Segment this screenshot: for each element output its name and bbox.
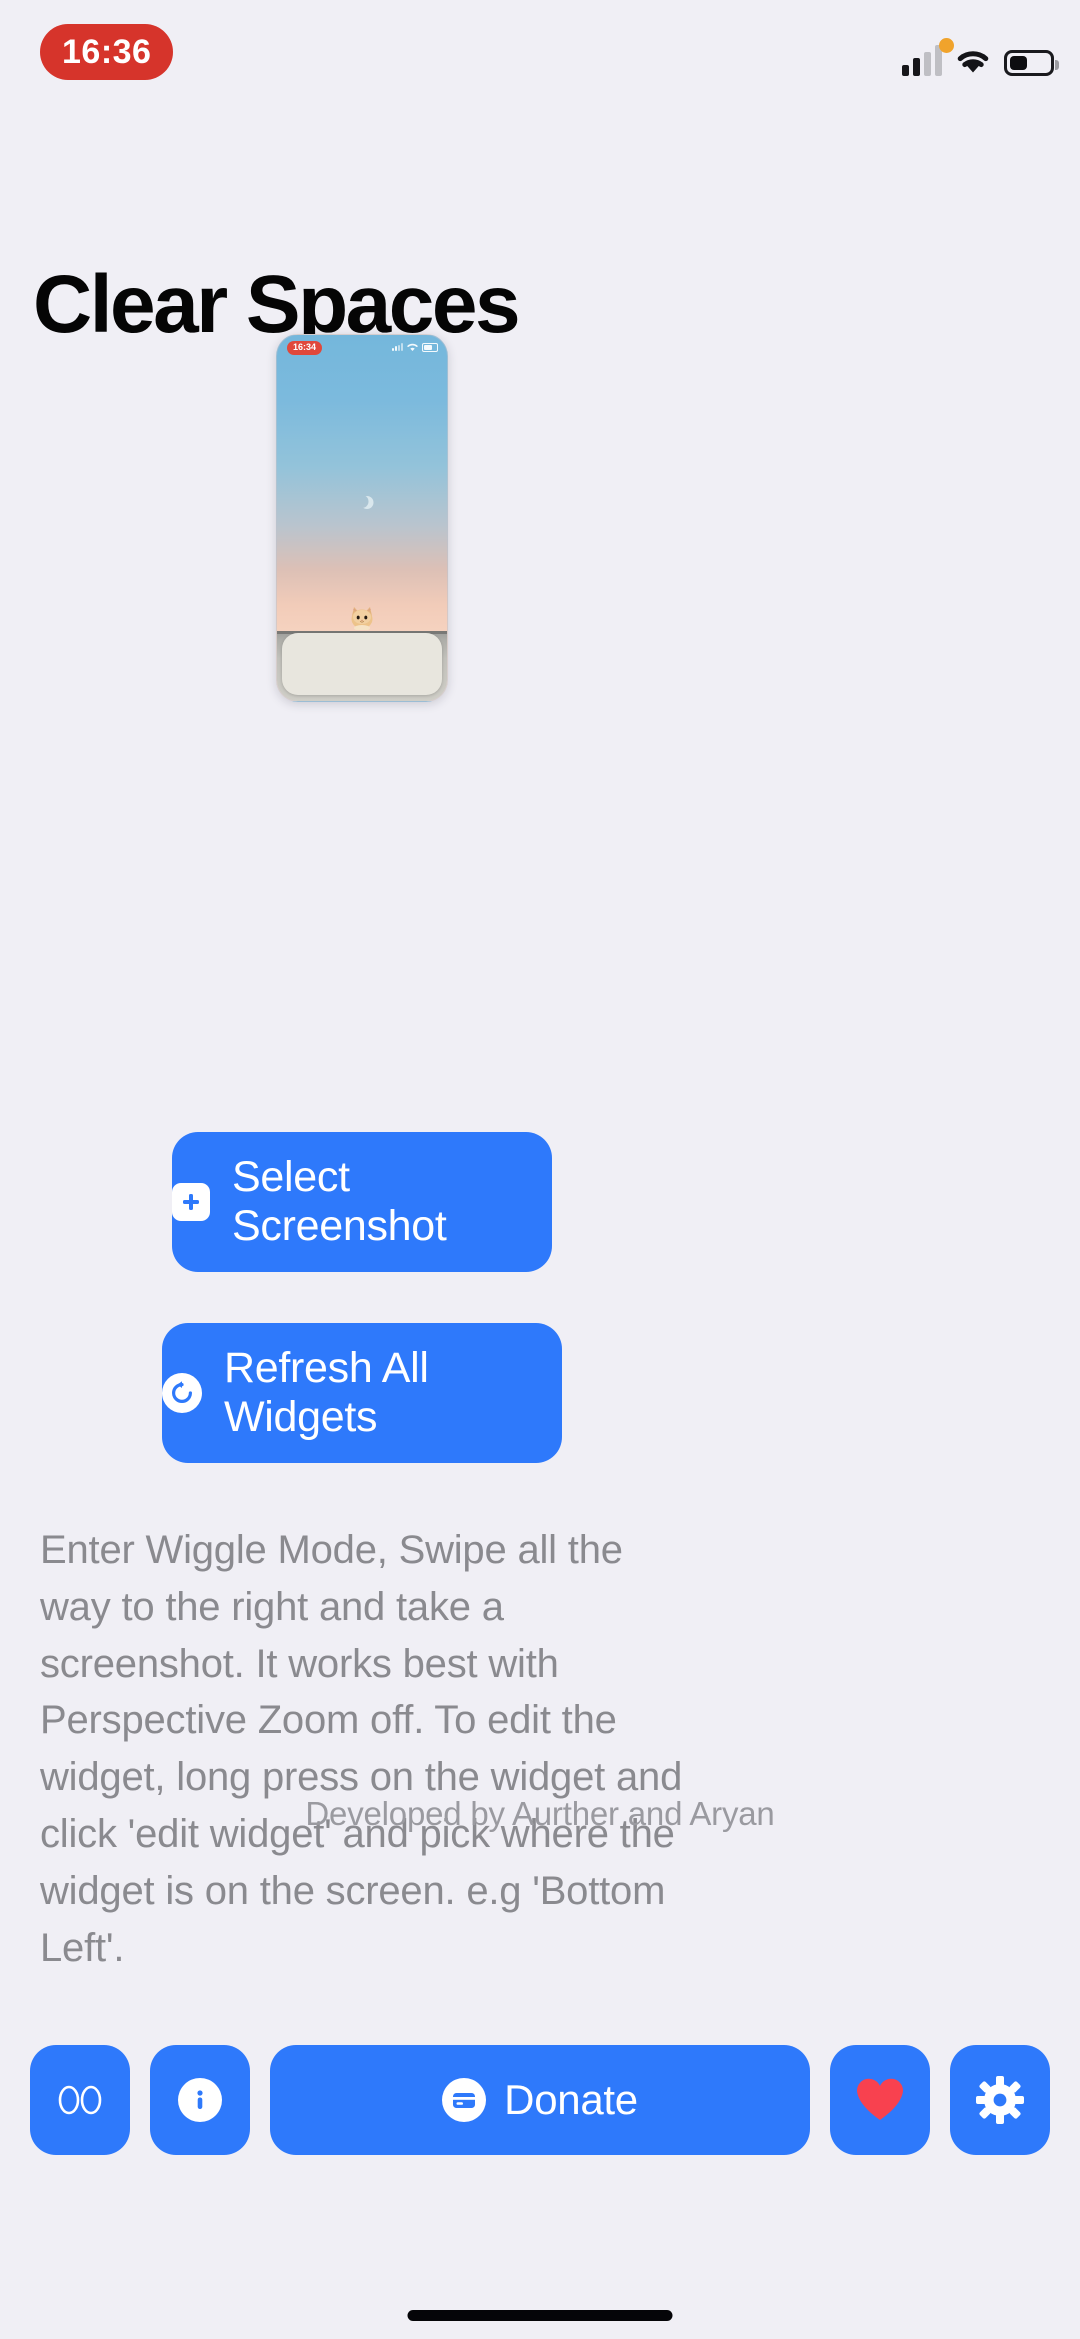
status-bar-time-pill: 16:36 bbox=[40, 24, 174, 80]
select-screenshot-label: Select Screenshot bbox=[232, 1153, 447, 1250]
instructions-text: Enter Wiggle Mode, Swipe all the way to … bbox=[40, 1528, 683, 1970]
credit-card-icon bbox=[442, 2078, 487, 2122]
preview-status-indicators bbox=[392, 342, 438, 352]
cat-illustration bbox=[351, 607, 373, 630]
preview-toggle-button[interactable] bbox=[30, 2045, 130, 2155]
screenshot-preview[interactable]: 16:34 bbox=[276, 334, 448, 702]
refresh-widgets-label: Refresh All Widgets bbox=[224, 1344, 429, 1441]
eyes-icon bbox=[58, 2085, 102, 2115]
preview-battery-icon bbox=[422, 342, 438, 352]
cellular-signal-icon bbox=[902, 45, 942, 76]
moon-icon bbox=[356, 495, 369, 508]
donate-label: Donate bbox=[504, 2076, 638, 2123]
select-screenshot-button[interactable]: Select Screenshot bbox=[172, 1132, 552, 1272]
settings-button[interactable] bbox=[950, 2045, 1050, 2155]
plus-square-icon bbox=[172, 1183, 210, 1221]
heart-icon bbox=[857, 2078, 903, 2120]
status-bar-indicators bbox=[902, 30, 1059, 76]
preview-time-pill: 16:34 bbox=[287, 341, 323, 355]
preview-phone-frame: 16:34 bbox=[276, 334, 448, 702]
preview-cellular-icon bbox=[392, 343, 403, 351]
info-circle-icon bbox=[178, 2078, 222, 2122]
status-bar: 16:36 bbox=[0, 0, 1080, 100]
bottom-toolbar: Donate bbox=[30, 2045, 1050, 2155]
microphone-indicator-icon bbox=[939, 38, 954, 53]
preview-widget-card bbox=[282, 633, 442, 695]
refresh-widgets-button[interactable]: Refresh All Widgets bbox=[162, 1323, 562, 1463]
wifi-icon bbox=[957, 51, 989, 73]
donate-button[interactable]: Donate bbox=[270, 2045, 810, 2155]
favorite-button[interactable] bbox=[830, 2045, 930, 2155]
info-button[interactable] bbox=[150, 2045, 250, 2155]
gear-icon bbox=[976, 2076, 1024, 2124]
refresh-circle-icon bbox=[162, 1373, 202, 1413]
battery-icon bbox=[1004, 50, 1059, 76]
developer-credit: Developed by Aurther and Aryan bbox=[305, 1795, 775, 1832]
preview-wifi-icon bbox=[407, 343, 418, 351]
home-indicator[interactable] bbox=[407, 2310, 673, 2321]
